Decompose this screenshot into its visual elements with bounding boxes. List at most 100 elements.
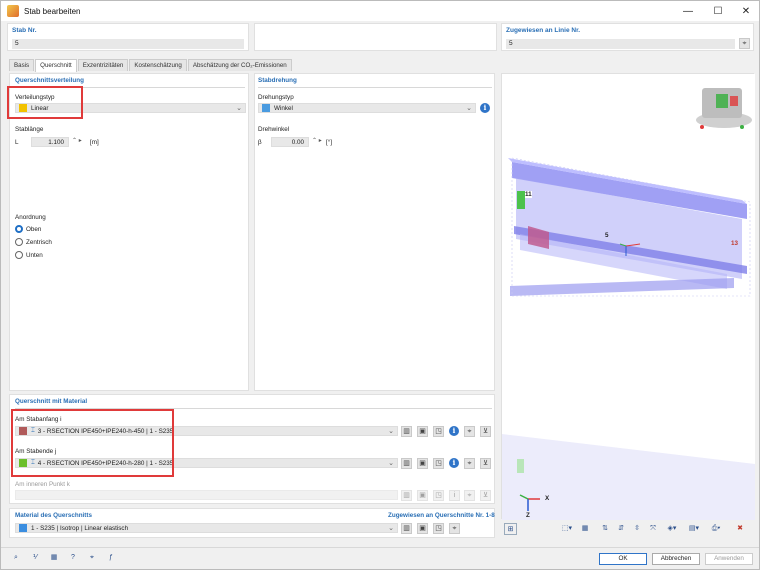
view-iso-icon[interactable]: ⤧ [647,523,659,535]
chevron-down-icon: ⌄ [388,460,394,467]
cancel-button[interactable]: Abbrechen [652,553,700,565]
info-icon[interactable]: i [449,490,460,501]
line-number-panel: Zugewiesen an Linie Nr. 5 ⌖ [501,23,754,51]
inner-section-select[interactable] [15,490,398,500]
edit-section-icon[interactable]: ◳ [433,426,444,437]
rotation-panel [254,73,495,391]
table-icon[interactable]: ▦ [47,552,61,564]
dialog-window: Stab bearbeiten — ☐ ✕ Stab Nr. 5 Zugewie… [0,0,760,570]
spin-arrows-icon[interactable]: ⌃ ▸ [72,137,82,144]
material-swatch [19,524,27,532]
tab-kostenschaetzung[interactable]: Kostenschätzung [129,59,187,71]
library-icon[interactable]: ▥ [401,458,412,469]
3d-viewport[interactable]: 11 5 13 X Z [501,73,755,520]
new-section-icon[interactable]: ▣ [417,426,428,437]
inner-section-label: Am inneren Punkt k [15,481,70,488]
units-icon[interactable]: ⅟ [28,552,42,564]
tab-bar: Basis Querschnitt Exzentrizitäten Kosten… [9,59,293,72]
search-icon[interactable]: ⌕ [9,552,23,564]
rotation-color-swatch [262,104,270,112]
pick-line-icon[interactable]: ⌖ [739,38,750,49]
filter-icon[interactable]: ⊻ [480,490,491,501]
rotation-type-value: Winkel [274,104,293,112]
library-icon[interactable]: ▥ [401,490,412,501]
tab-basis[interactable]: Basis [9,59,35,71]
line-number-label: Zugewiesen an Linie Nr. [506,27,581,34]
highlight-box [7,86,83,119]
radio-zentrisch[interactable] [15,238,23,246]
member-5-label: 5 [605,232,609,239]
rotation-type-select[interactable]: Winkel ⌄ [258,103,476,113]
filter-icon[interactable]: ⊻ [480,458,491,469]
material-select[interactable]: 1 - S235 | Isotrop | Linear elastisch ⌄ [15,523,398,533]
spin-arrows-icon[interactable]: ⌃ ▸ [312,137,322,144]
chevron-down-icon: ⌄ [388,525,394,532]
member-number-panel: Stab Nr. 5 [7,23,249,51]
pick-icon[interactable]: ⌖ [464,426,475,437]
view-z-icon[interactable]: ⇳ [631,523,643,535]
edit-section-icon[interactable]: ◳ [433,490,444,501]
pick-icon[interactable]: ⌖ [464,458,475,469]
edit-section-icon[interactable]: ◳ [433,458,444,469]
angle-input[interactable]: 0.00 [271,137,309,147]
node-13-label: 13 [731,240,739,247]
tab-querschnitt[interactable]: Querschnitt [35,59,77,72]
app-icon [7,5,19,17]
radio-oben[interactable] [15,225,23,233]
radio-oben-label: Oben [26,226,42,233]
visibility-icon[interactable]: ◈▾ [663,523,681,535]
highlight-box [11,409,174,477]
library-icon[interactable]: ▥ [401,523,412,534]
pick-icon[interactable]: ⌖ [449,523,460,534]
axis-z-label: Z [526,512,530,519]
maximize-button[interactable]: ☐ [704,1,732,21]
title-bar: Stab bearbeiten [1,1,759,21]
minimize-button[interactable]: — [674,1,702,21]
line-number-field[interactable]: 5 [506,39,735,49]
chevron-down-icon: ⌄ [466,105,472,112]
pick-icon[interactable]: ⌖ [85,552,99,564]
info-icon[interactable]: i [449,426,459,436]
view-y-icon[interactable]: ⇵ [615,523,627,535]
library-icon[interactable]: ▥ [401,426,412,437]
view-x-icon[interactable]: ⇅ [599,523,611,535]
info-icon[interactable]: i [449,458,459,468]
window-title: Stab bearbeiten [24,6,81,16]
angle-unit: [°] [326,139,333,146]
member-number-field[interactable]: 5 [12,39,244,49]
length-input[interactable]: 1.100 [31,137,69,147]
apply-button[interactable]: Anwenden [705,553,753,565]
chevron-down-icon: ⌄ [388,428,394,435]
help-icon[interactable]: ? [66,552,80,564]
member-number-label: Stab Nr. [12,27,37,34]
new-material-icon[interactable]: ▣ [417,523,428,534]
formula-icon[interactable]: ƒ [104,552,118,564]
info-icon[interactable]: i [480,103,490,113]
ok-button[interactable]: OK [599,553,647,565]
print-icon[interactable]: ⎙▾ [707,523,725,535]
view-settings-icon[interactable]: ⊞ [504,523,517,535]
tab-exzentrizitaeten[interactable]: Exzentrizitäten [77,59,129,71]
axis-x-label: X [545,495,550,502]
radio-unten-label: Unten [26,252,43,259]
filter-icon[interactable]: ⊻ [480,426,491,437]
reset-view-icon[interactable]: ✖ [734,523,746,535]
model-render [502,74,755,520]
material-assigned-label: Zugewiesen an Querschnitte Nr. 1-8 [388,512,495,519]
layers-icon[interactable]: ▤▾ [685,523,703,535]
display-options-icon[interactable]: ⬚▾ [558,523,576,535]
distribution-title: Querschnittsverteilung [15,77,84,84]
divider [1,547,759,548]
radio-zentrisch-label: Zentrisch [26,239,52,246]
edit-material-icon[interactable]: ◳ [433,523,444,534]
rotation-title: Stabdrehung [258,77,297,84]
tab-co2[interactable]: Abschätzung der CO₂-Emissionen [187,59,292,71]
radio-unten[interactable] [15,251,23,259]
new-section-icon[interactable]: ▣ [417,490,428,501]
pick-icon[interactable]: ⌖ [464,490,475,501]
render-mode-icon[interactable]: ▦ [579,523,591,535]
new-section-icon[interactable]: ▣ [417,458,428,469]
close-button[interactable]: ✕ [732,1,760,21]
material-title: Material des Querschnitts [15,512,92,519]
length-symbol: L [15,139,19,146]
